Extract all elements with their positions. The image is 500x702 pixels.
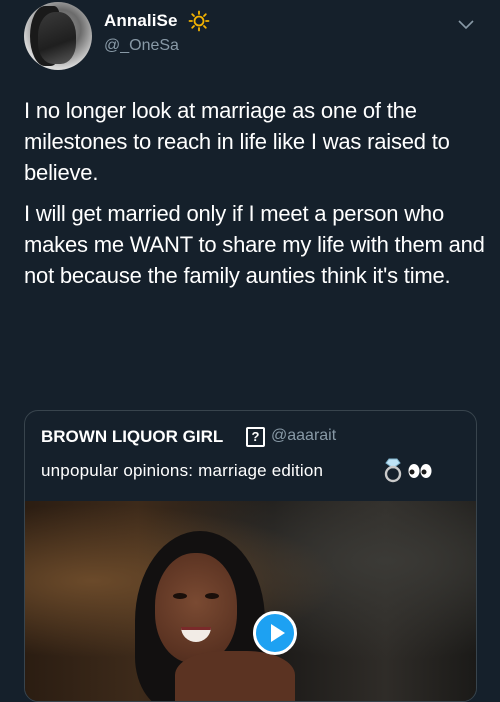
play-icon (271, 624, 285, 642)
quoted-text: unpopular opinions: marriage edition (41, 461, 324, 480)
tweet-body: I no longer look at marriage as one of t… (24, 95, 486, 301)
thumbnail-eye (173, 593, 187, 599)
quoted-tweet[interactable]: BROWN LIQUOR GIRL ? @aaarait unpopular o… (24, 410, 477, 702)
quoted-handle: @aaarait (271, 427, 337, 444)
user-handle[interactable]: @_OneSa (104, 37, 179, 55)
display-name[interactable]: AnnaliSe (104, 11, 178, 31)
tweet-card: AnnaliSe @_OneSa I no longer look at mar… (0, 0, 500, 702)
eyes-icon (408, 464, 432, 478)
thumbnail-eye (205, 593, 219, 599)
quoted-display-name: BROWN LIQUOR GIRL (41, 427, 224, 446)
tweet-paragraph: I no longer look at marriage as one of t… (24, 98, 450, 185)
ring-icon (384, 458, 402, 483)
video-thumbnail[interactable] (25, 501, 476, 701)
avatar-face (38, 12, 76, 64)
chevron-down-icon[interactable] (458, 20, 474, 30)
avatar[interactable] (24, 2, 92, 70)
play-button[interactable] (253, 611, 297, 655)
sun-icon (188, 10, 210, 32)
thumbnail-face (155, 553, 237, 663)
thumbnail-hand (175, 651, 295, 701)
unknown-glyph: ? (246, 427, 265, 447)
tweet-paragraph: I will get married only if I meet a pers… (24, 201, 485, 288)
